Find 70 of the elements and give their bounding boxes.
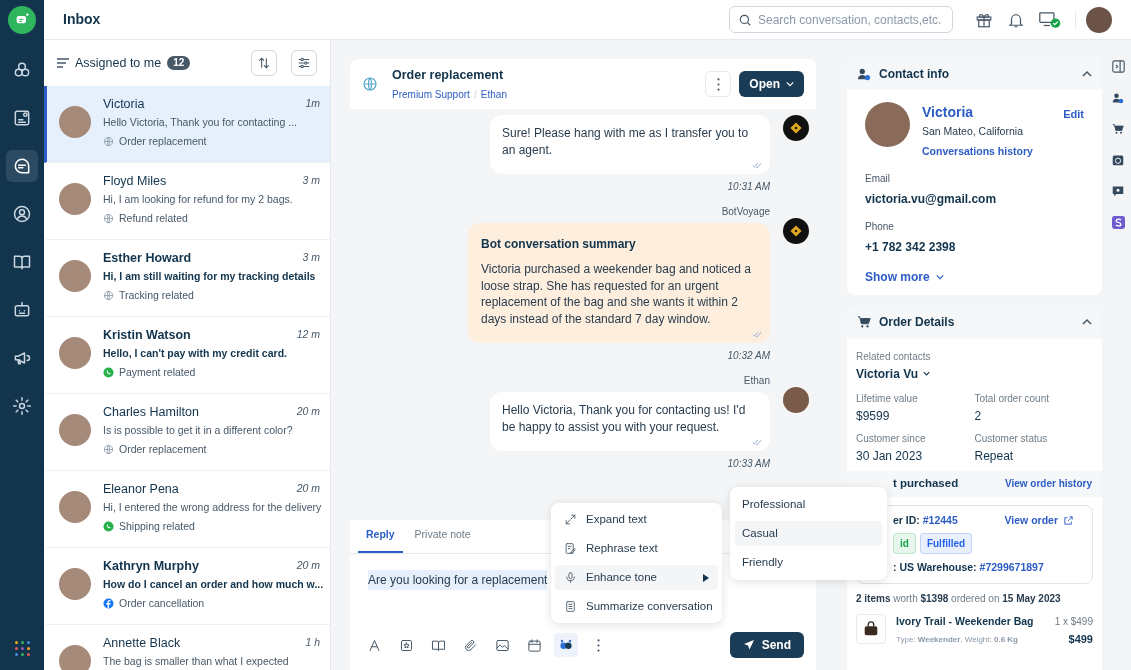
message-preview: Hi, I am looking for refund for my 2 bags. — [103, 193, 294, 205]
message-preview: Hello, I can't pay with my credit card. — [103, 347, 288, 359]
stat-value: 30 Jan 2023 — [856, 447, 924, 465]
stat-label: Customer since — [856, 431, 927, 446]
section-title: Order Details — [879, 314, 956, 331]
unit-price: 1 x $499 — [1054, 615, 1093, 629]
field-value: +1 782 342 2398 — [865, 238, 957, 256]
message-preview: Hi, I entered the wrong address for the delivery — [103, 501, 320, 513]
conversation-tag: Refund related — [119, 211, 188, 227]
product-name: Ivory Trail - Weekender Bag — [896, 614, 1035, 629]
product-details: Type: Weekender, Weight: 0.6 Kg — [896, 633, 1019, 646]
contact-name: Victoria — [103, 96, 146, 112]
stat-value: Repeat — [974, 447, 1015, 465]
message-time: 1m — [305, 96, 320, 111]
contact-location: San Mateo, California — [922, 124, 1024, 139]
conversation-tag: Order replacement — [119, 442, 207, 458]
message-time: 10:33 AM — [727, 457, 770, 471]
status-tag: id — [893, 533, 916, 555]
count-badge: 12 — [167, 56, 191, 70]
order-summary-text: 2 items worth $1398 ordered on 15 May 2023 — [855, 592, 1062, 606]
stat-label: Lifetime value — [856, 391, 919, 406]
field-label: Email — [865, 171, 891, 186]
contact-name: Victoria — [922, 103, 975, 122]
contact-name: Esther Howard — [103, 250, 193, 266]
message-preview: Is is possible to get it in a different color? — [103, 424, 294, 436]
summary-text: Victoria purchased a weekender bag and noticed a loose strap. She has requested for an urgent replacement of the bag and she wants it within 2 days instead of the standard 7 day window. — [481, 261, 752, 327]
section-title: Contact info — [879, 65, 950, 83]
contact-name: Eleanor Pena — [103, 481, 180, 497]
field-value: victoria.vu@gmail.com — [865, 190, 998, 208]
contact-name: Charles Hamilton — [103, 404, 200, 420]
field-label: Related contacts — [856, 349, 932, 364]
message-text: Sure! Please hang with me as I transfer you to an agent. — [502, 125, 750, 158]
message-time: 1 h — [305, 635, 320, 650]
message-time: 12 m — [296, 327, 320, 342]
conversation-tag: Order cancellation — [119, 596, 205, 612]
message-time: 20 m — [296, 558, 320, 573]
conversation-title: Order replacement — [392, 67, 505, 85]
contact-name: Annette Black — [103, 635, 182, 651]
message-time: 3 m — [302, 173, 320, 188]
message-preview: Hello Victoria, Thank you for contacting ... — [103, 116, 298, 128]
message-preview: The bag is smaller than what I expected — [103, 655, 290, 667]
section-title: t purchased — [893, 475, 960, 491]
order-id: er ID: #12445 — [893, 512, 959, 528]
status-tag: Fulfilled — [919, 533, 973, 555]
summary-heading: Bot conversation summary — [481, 236, 637, 253]
conversation-tag: Order replacement — [119, 134, 207, 150]
line-total: $499 — [1067, 632, 1093, 647]
contact-name: Kathryn Murphy — [103, 558, 200, 574]
message-time: 3 m — [302, 250, 320, 265]
contact-name: Kristin Watson — [103, 327, 192, 343]
page-title: Inbox — [63, 10, 102, 29]
message-preview: Hi, I am still waiting for my tracking details — [103, 270, 317, 282]
contact-name: Floyd Miles — [103, 173, 168, 189]
conversation-tag: Tracking related — [119, 288, 194, 304]
message-text: Hello Victoria, Thank you for contacting us! I'd be happy to assist you with your request. — [502, 402, 747, 435]
conversation-tag: Payment related — [119, 365, 196, 381]
sender-name: Ethan — [743, 374, 770, 388]
stat-label: Customer status — [974, 431, 1049, 446]
sender-name: BotVoyage — [721, 205, 770, 219]
message-time: 10:31 AM — [727, 180, 770, 194]
message-time: 20 m — [296, 481, 320, 496]
stat-value: $9599 — [856, 407, 891, 425]
stat-value: 2 — [974, 407, 983, 425]
stat-label: Total order count — [974, 391, 1050, 406]
field-label: Phone — [865, 219, 895, 234]
conversation-tag: Shipping related — [119, 519, 195, 535]
reply-text: Are you looking for a replacement — [368, 570, 548, 590]
message-time: 20 m — [296, 404, 320, 419]
message-time: 10:32 AM — [727, 349, 770, 363]
warehouse-text: : US Warehouse: #7299671897 — [893, 560, 1045, 576]
